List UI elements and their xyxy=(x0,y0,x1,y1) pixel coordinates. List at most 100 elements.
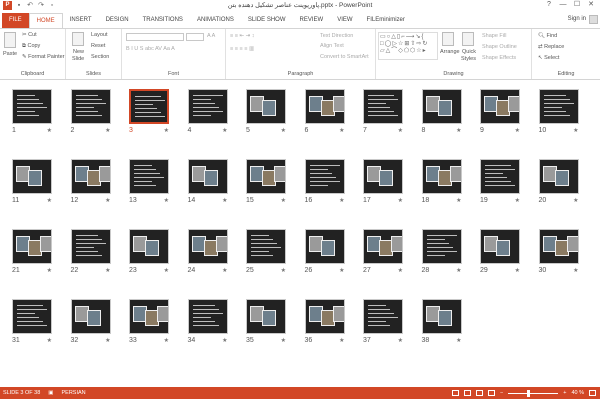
copy-button[interactable]: ⧉ Copy xyxy=(22,43,40,50)
close-button[interactable]: ✕ xyxy=(584,0,598,10)
tab-transitions[interactable]: TRANSITIONS xyxy=(136,13,190,28)
slide-preview[interactable] xyxy=(12,229,52,264)
slide-preview[interactable] xyxy=(363,229,403,264)
slide-preview[interactable] xyxy=(246,299,286,334)
layout-button[interactable]: Layout xyxy=(91,32,108,38)
shape-fill-button[interactable]: Shape Fill xyxy=(482,33,506,39)
slide-preview[interactable] xyxy=(70,89,111,124)
slide-transition-star-icon[interactable]: ★ xyxy=(398,337,403,344)
tab-slide-show[interactable]: SLIDE SHOW xyxy=(241,13,293,28)
slide-preview[interactable] xyxy=(304,159,345,194)
slide-preview[interactable] xyxy=(246,159,286,194)
quick-styles-button[interactable]: Quick xyxy=(462,49,476,55)
slide-thumbnail[interactable]: 20 ★ xyxy=(538,159,579,207)
zoom-slider-thumb[interactable] xyxy=(526,389,530,397)
slide-transition-star-icon[interactable]: ★ xyxy=(47,337,52,344)
slide-transition-star-icon[interactable]: ★ xyxy=(164,127,169,134)
tab-animations[interactable]: ANIMATIONS xyxy=(190,13,241,28)
slide-thumbnail[interactable]: 25 ★ xyxy=(246,229,286,277)
slide-thumbnail[interactable]: 33 ★ xyxy=(129,299,169,347)
fit-slide-icon[interactable] xyxy=(589,390,596,396)
normal-view-icon[interactable] xyxy=(452,390,460,396)
slide-preview[interactable] xyxy=(421,89,462,124)
language-indicator[interactable]: PERSIAN xyxy=(62,387,86,399)
paste-icon[interactable] xyxy=(4,32,16,48)
slide-preview[interactable] xyxy=(480,229,520,264)
slide-preview[interactable] xyxy=(538,159,579,194)
zoom-out-button[interactable]: − xyxy=(500,387,503,399)
cut-button[interactable]: ✂ Cut xyxy=(22,32,37,38)
slide-thumbnail[interactable]: 13 ★ xyxy=(129,159,169,207)
slide-preview[interactable] xyxy=(363,159,403,194)
slide-thumbnail[interactable]: 29 ★ xyxy=(480,229,520,277)
slide-preview[interactable] xyxy=(363,89,403,124)
slide-thumbnail[interactable]: 12 ★ xyxy=(70,159,111,207)
slide-preview[interactable] xyxy=(129,89,169,124)
shapes-gallery[interactable]: ▭○△▯⌐⟶↘{□◯▷☆⊞⇧⇨↻ ▱△⌒◇⬠⬡☆▸ xyxy=(378,32,438,60)
paste-button[interactable]: Paste xyxy=(3,51,17,57)
arrange-button[interactable]: Arrange xyxy=(440,49,460,55)
slide-preview[interactable] xyxy=(70,159,111,194)
slide-preview[interactable] xyxy=(304,299,345,334)
slide-preview[interactable] xyxy=(12,89,52,124)
zoom-in-button[interactable]: + xyxy=(563,387,566,399)
tab-review[interactable]: REVIEW xyxy=(293,13,331,28)
slide-transition-star-icon[interactable]: ★ xyxy=(339,197,344,204)
slide-thumbnail[interactable]: 26 ★ xyxy=(304,229,345,277)
slide-thumbnail[interactable]: 35 ★ xyxy=(246,299,286,347)
slide-preview[interactable] xyxy=(12,299,52,334)
new-slide-button[interactable]: New xyxy=(73,49,84,55)
slide-preview[interactable] xyxy=(538,229,579,264)
help-icon[interactable]: ? xyxy=(542,0,556,10)
slide-thumbnail[interactable]: 4 ★ xyxy=(187,89,228,137)
shape-effects-button[interactable]: Shape Effects xyxy=(482,55,516,61)
slide-thumbnail[interactable]: 9 ★ xyxy=(480,89,520,137)
minimize-button[interactable]: — xyxy=(556,0,570,10)
reset-button[interactable]: Reset xyxy=(91,43,105,49)
slide-transition-star-icon[interactable]: ★ xyxy=(47,127,52,134)
slide-thumbnail[interactable]: 34 ★ xyxy=(187,299,228,347)
slide-transition-star-icon[interactable]: ★ xyxy=(573,197,578,204)
slide-thumbnail[interactable]: 21 ★ xyxy=(12,229,52,277)
slide-preview[interactable] xyxy=(70,229,111,264)
text-direction-button[interactable]: Text Direction xyxy=(320,33,353,39)
slide-transition-star-icon[interactable]: ★ xyxy=(105,127,110,134)
slide-sorter-view-icon[interactable] xyxy=(464,390,472,396)
slide-transition-star-icon[interactable]: ★ xyxy=(222,267,227,274)
slide-preview[interactable] xyxy=(421,229,462,264)
find-button[interactable]: 🔍︎ Find xyxy=(538,33,557,39)
slide-transition-star-icon[interactable]: ★ xyxy=(281,197,286,204)
slide-preview[interactable] xyxy=(480,159,520,194)
slide-thumbnail[interactable]: 2 ★ xyxy=(70,89,111,137)
slide-thumbnail[interactable]: 19 ★ xyxy=(480,159,520,207)
tab-design[interactable]: DESIGN xyxy=(99,13,136,28)
slide-preview[interactable] xyxy=(304,229,345,264)
slide-thumbnail[interactable]: 3 ★ xyxy=(129,89,169,137)
slide-transition-star-icon[interactable]: ★ xyxy=(164,337,169,344)
slide-transition-star-icon[interactable]: ★ xyxy=(281,267,286,274)
slide-transition-star-icon[interactable]: ★ xyxy=(164,197,169,204)
slide-thumbnail[interactable]: 28 ★ xyxy=(421,229,462,277)
slide-thumbnail[interactable]: 31 ★ xyxy=(12,299,52,347)
slide-preview[interactable] xyxy=(246,89,286,124)
tab-fileminimizer[interactable]: FILEminimizer xyxy=(360,13,412,28)
font-format-buttons[interactable]: B I U S abc AV Aa A xyxy=(126,46,175,52)
slide-transition-star-icon[interactable]: ★ xyxy=(339,127,344,134)
slide-thumbnail[interactable]: 32 ★ xyxy=(70,299,111,347)
slide-thumbnail[interactable]: 37 ★ xyxy=(363,299,403,347)
slide-thumbnail[interactable]: 8 ★ xyxy=(421,89,462,137)
slide-preview[interactable] xyxy=(129,299,169,334)
slide-transition-star-icon[interactable]: ★ xyxy=(398,127,403,134)
slide-thumbnail[interactable]: 18 ★ xyxy=(421,159,462,207)
font-size-box[interactable] xyxy=(186,33,204,41)
slide-preview[interactable] xyxy=(129,229,169,264)
slide-thumbnail[interactable]: 36 ★ xyxy=(304,299,345,347)
slide-transition-star-icon[interactable]: ★ xyxy=(398,197,403,204)
slide-transition-star-icon[interactable]: ★ xyxy=(222,127,227,134)
slide-thumbnail[interactable]: 38 ★ xyxy=(421,299,462,347)
slide-thumbnail[interactable]: 22 ★ xyxy=(70,229,111,277)
slide-thumbnail[interactable]: 24 ★ xyxy=(187,229,228,277)
slide-thumbnail[interactable]: 6 ★ xyxy=(304,89,345,137)
slide-transition-star-icon[interactable]: ★ xyxy=(456,267,461,274)
slide-transition-star-icon[interactable]: ★ xyxy=(222,197,227,204)
